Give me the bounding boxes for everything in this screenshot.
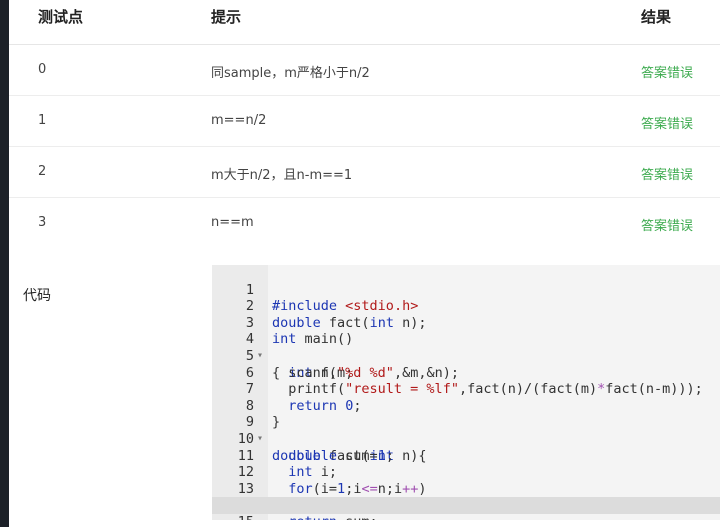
code-line: 5 scanf("%d %d",&m,&n); <box>212 331 720 381</box>
line-number: 15 <box>212 514 254 520</box>
test-point-cell: 0 <box>38 62 47 77</box>
result-cell: 答案错误 <box>641 117 694 132</box>
result-cell: 答案错误 <box>641 66 694 81</box>
header-result: 结果 <box>641 8 672 26</box>
code-line: 10 double sum=1; <box>212 414 720 464</box>
code-line-active: 15 } <box>212 497 720 520</box>
test-point-cell: 3 <box>38 215 47 230</box>
result-cell: 答案错误 <box>641 219 694 234</box>
code-line: 9 ▾ double fact(int n){ <box>212 398 720 463</box>
content: 测试点 提示 结果 0 同sample，m严格小于n/2 答案错误 1 m==n… <box>9 0 720 527</box>
code-line: 14 return sum; <box>212 481 720 520</box>
hint-cell: n==m <box>211 215 254 230</box>
code-line: 11 int i; <box>212 431 720 481</box>
left-dark-strip <box>0 0 9 527</box>
code-line: 4 ▾ { int n,m; <box>212 315 720 380</box>
table-row: 1 m==n/2 答案错误 <box>9 96 720 147</box>
result-cell: 答案错误 <box>641 168 694 183</box>
code-line: 8 } <box>212 381 720 431</box>
test-point-cell: 2 <box>38 164 47 179</box>
table-row: 0 同sample，m严格小于n/2 答案错误 <box>9 45 720 96</box>
test-point-cell: 1 <box>38 113 47 128</box>
hint-cell: m==n/2 <box>211 113 267 128</box>
code-line: 13 sum*=i; <box>212 464 720 514</box>
code-editor[interactable]: 1 #include <stdio.h> 2 double fact(int n… <box>212 265 720 520</box>
results-table-header: 测试点 提示 结果 <box>9 0 720 45</box>
table-row: 2 m大于n/2，且n-m==1 答案错误 <box>9 147 720 198</box>
code-line: 3 int main() <box>212 298 720 348</box>
code-line: 12 for(i=1;i<=n;i++) <box>212 448 720 497</box>
code-text: return sum; <box>272 514 377 520</box>
header-test-point: 测试点 <box>38 8 84 26</box>
code-line: 7 return 0; <box>212 365 720 414</box>
code-line: 2 double fact(int n); <box>212 282 720 331</box>
hint-cell: m大于n/2，且n-m==1 <box>211 168 353 183</box>
code-line: 6 printf("result = %lf",fact(n)/(fact(m)… <box>212 348 720 398</box>
header-hint: 提示 <box>211 8 242 26</box>
table-row: 3 n==m 答案错误 <box>9 198 720 248</box>
hint-cell: 同sample，m严格小于n/2 <box>211 66 370 81</box>
code-line: 1 #include <stdio.h> <box>212 265 720 315</box>
code-section-label: 代码 <box>23 288 51 304</box>
